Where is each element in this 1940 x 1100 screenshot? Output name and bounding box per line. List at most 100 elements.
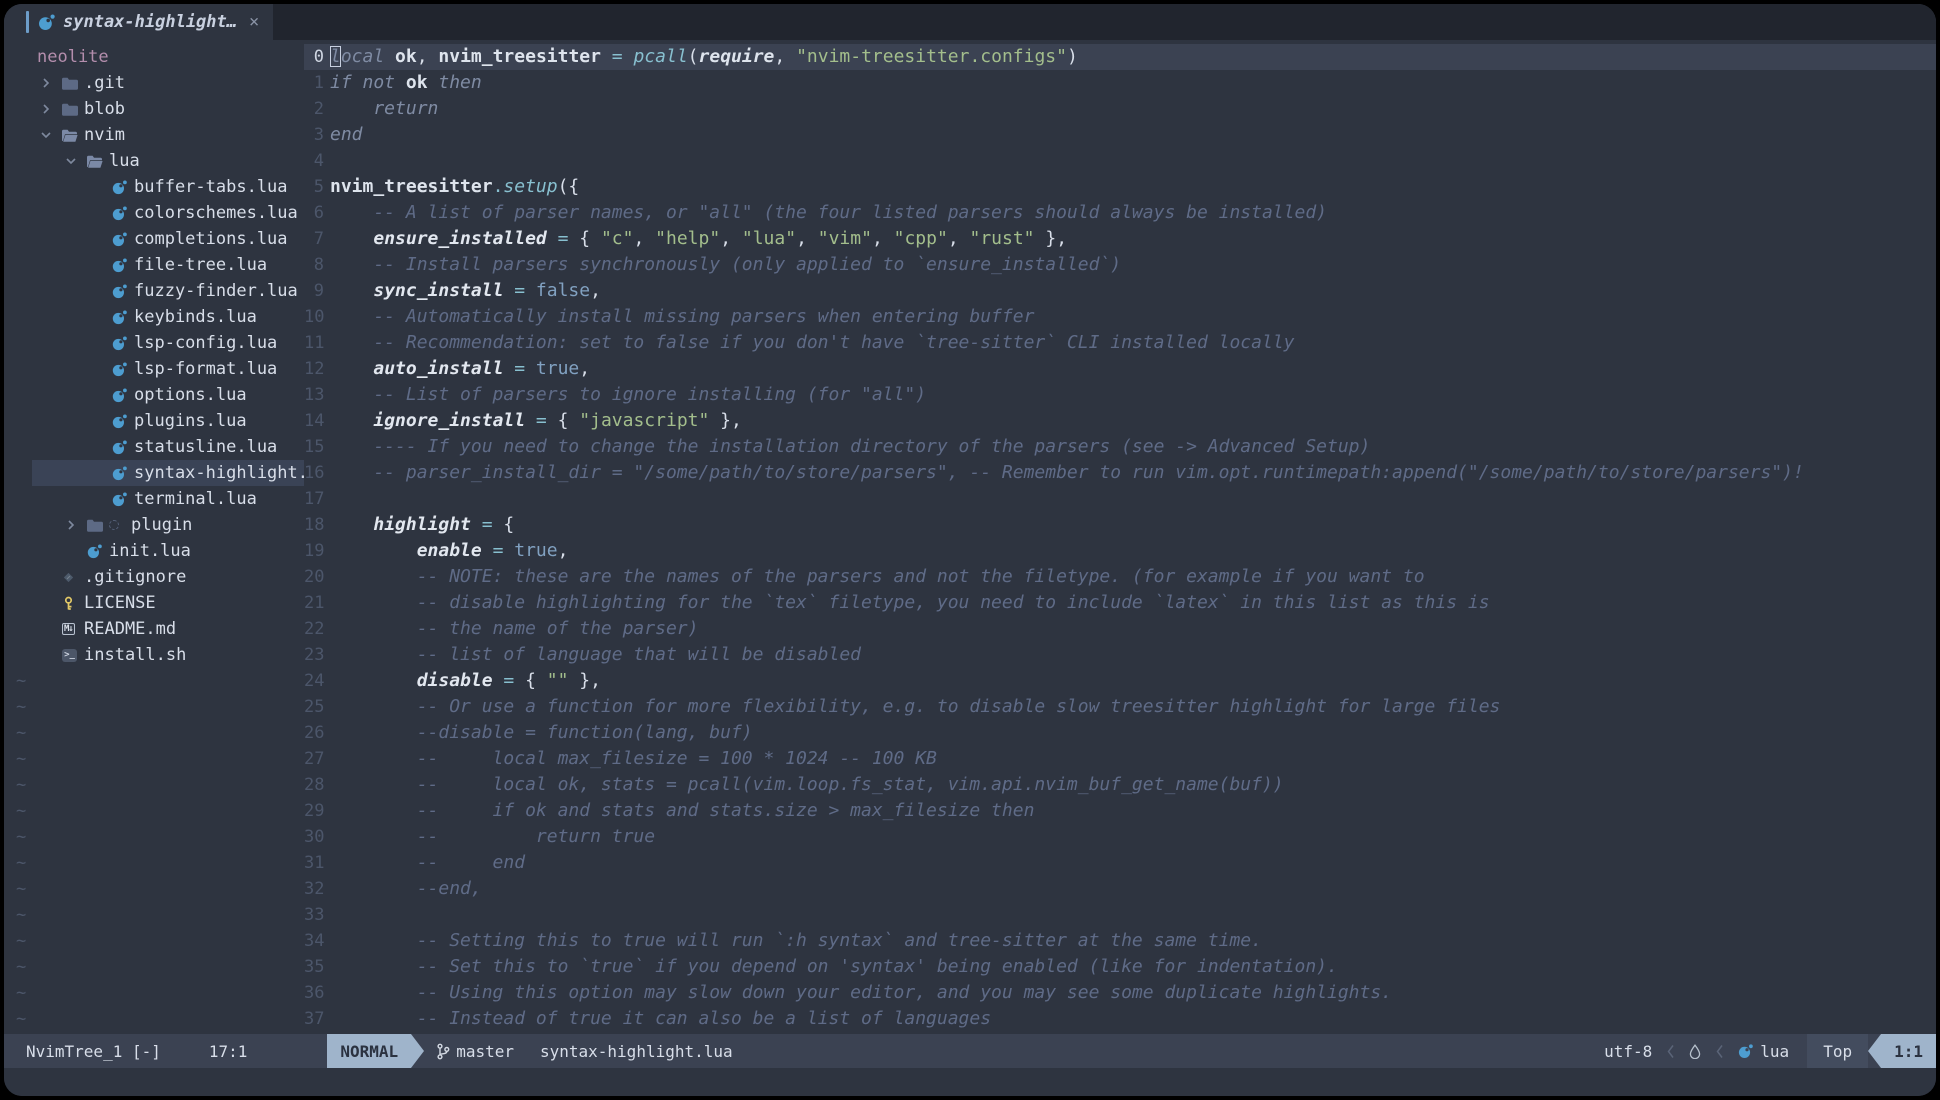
code-line[interactable]: 3end [304,122,1936,148]
code-line[interactable]: 30 -- return true [304,824,1936,850]
lua-icon [112,388,134,403]
code-line[interactable]: 18 highlight = { [304,512,1936,538]
code-line[interactable]: 34 -- Setting this to true will run `:h … [304,928,1936,954]
terminal-icon: >_ [62,649,84,662]
tree-item-plugin[interactable]: plugin [4,512,304,538]
tab-syntax-highlight[interactable]: syntax-highlight… × [4,4,273,40]
tree-item-keybinds-lua[interactable]: keybinds.lua [4,304,304,330]
command-line [4,1068,1936,1096]
code-line[interactable]: 1if not ok then [304,70,1936,96]
tree-item-colorschemes-lua[interactable]: colorschemes.lua [4,200,304,226]
tree-item--gitignore[interactable]: .gitignore [4,564,304,590]
cursor: l [330,46,341,67]
code-line[interactable]: 0local ok, nvim_treesitter = pcall(requi… [304,44,1936,70]
tree-item-init-lua[interactable]: init.lua [4,538,304,564]
close-icon[interactable]: × [249,12,259,32]
tree-item-install-sh[interactable]: >_install.sh [4,642,304,668]
neovim-window: syntax-highlight… × neolite.gitblobnviml… [4,4,1936,1096]
code-line[interactable]: 7 ensure_installed = { "c", "help", "lua… [304,226,1936,252]
code-line[interactable]: 26 --disable = function(lang, buf) [304,720,1936,746]
tree-root-label: neolite [37,47,109,67]
tree-item-file-tree-lua[interactable]: file-tree.lua [4,252,304,278]
code-line[interactable]: 24 disable = { "" }, [304,668,1936,694]
tree-item-label: lsp-format.lua [134,359,277,379]
tree-item-lsp-config-lua[interactable]: lsp-config.lua [4,330,304,356]
tree-item-fuzzy-finder-lua[interactable]: fuzzy-finder.lua [4,278,304,304]
tree-item-syntax-highlight-lua[interactable]: syntax-highlight.lua [4,460,304,486]
line-number: 32 [304,876,324,902]
code-line[interactable]: 10 -- Automatically install missing pars… [304,304,1936,330]
code-text: -- Automatically install missing parsers… [330,304,1034,330]
tree-item-buffer-tabs-lua[interactable]: buffer-tabs.lua [4,174,304,200]
code-line[interactable]: 36 -- Using this option may slow down yo… [304,980,1936,1006]
code-line[interactable]: 20 -- NOTE: these are the names of the p… [304,564,1936,590]
code-line[interactable]: 17 [304,486,1936,512]
code-line[interactable]: 11 -- Recommendation: set to false if yo… [304,330,1936,356]
branch-name: master [456,1042,514,1061]
code-line[interactable]: 4 [304,148,1936,174]
code-line[interactable]: 27 -- local max_filesize = 100 * 1024 --… [304,746,1936,772]
empty-line-marker: ~ [4,772,304,798]
code-line[interactable]: 29 -- if ok and stats and stats.size > m… [304,798,1936,824]
code-line[interactable]: 12 auto_install = true, [304,356,1936,382]
empty-line-marker: ~ [4,850,304,876]
lua-icon [38,14,55,31]
code-line[interactable]: 5nvim_treesitter.setup({ [304,174,1936,200]
tree-root-name[interactable]: neolite [4,44,304,70]
code-line[interactable]: 37 -- Instead of true it can also be a l… [304,1006,1936,1032]
line-number: 31 [304,850,324,876]
code-line[interactable]: 25 -- Or use a function for more flexibi… [304,694,1936,720]
tree-item-lsp-format-lua[interactable]: lsp-format.lua [4,356,304,382]
tree-item-lua[interactable]: lua [4,148,304,174]
editor-buffer[interactable]: 0local ok, nvim_treesitter = pcall(requi… [304,40,1936,1034]
tree-item-plugins-lua[interactable]: plugins.lua [4,408,304,434]
code-line[interactable]: 8 -- Install parsers synchronously (only… [304,252,1936,278]
lua-icon [112,362,134,377]
tree-cursor-position: 17:1 [209,1042,248,1061]
code-line[interactable]: 28 -- local ok, stats = pcall(vim.loop.f… [304,772,1936,798]
folder-open-icon [62,129,84,142]
code-line[interactable]: 19 enable = true, [304,538,1936,564]
code-line[interactable]: 35 -- Set this to `true` if you depend o… [304,954,1936,980]
code-line[interactable]: 33 [304,902,1936,928]
code-line[interactable]: 14 ignore_install = { "javascript" }, [304,408,1936,434]
code-line[interactable]: 16 -- parser_install_dir = "/some/path/t… [304,460,1936,486]
encoding-label: utf-8 [1604,1042,1652,1061]
tree-item-label: plugin [131,515,192,535]
tree-item-license[interactable]: LICENSE [4,590,304,616]
lua-icon [112,232,134,247]
code-line[interactable]: 13 -- List of parsers to ignore installi… [304,382,1936,408]
empty-line-marker: ~ [4,954,304,980]
empty-line-marker: ~ [4,928,304,954]
tree-item-label: buffer-tabs.lua [134,177,288,197]
code-line[interactable]: 2 return [304,96,1936,122]
code-line[interactable]: 9 sync_install = false, [304,278,1936,304]
code-text: end [330,122,363,148]
tree-item-statusline-lua[interactable]: statusline.lua [4,434,304,460]
code-line[interactable]: 15 ---- If you need to change the instal… [304,434,1936,460]
code-line[interactable]: 23 -- list of language that will be disa… [304,642,1936,668]
tree-item-label: options.lua [134,385,247,405]
tree-item-label: completions.lua [134,229,288,249]
tabline: syntax-highlight… × [4,4,1936,40]
tree-item-nvim[interactable]: nvim [4,122,304,148]
file-tree: neolite .gitblobnvimlua buffer-tabs.lua col… [4,40,304,1034]
lua-icon [112,258,134,273]
license-key-icon [62,596,84,611]
tree-item-readme-md[interactable]: M↓README.md [4,616,304,642]
line-number: 37 [304,1006,324,1032]
tree-item--git[interactable]: .git [4,70,304,96]
line-number: 27 [304,746,324,772]
tree-item-blob[interactable]: blob [4,96,304,122]
code-line[interactable]: 21 -- disable highlighting for the `tex`… [304,590,1936,616]
tree-item-label: syntax-highlight.lua [134,463,304,483]
code-line[interactable]: 32 --end, [304,876,1936,902]
tree-item-completions-lua[interactable]: completions.lua [4,226,304,252]
tree-item-options-lua[interactable]: options.lua [4,382,304,408]
lua-icon [87,544,109,559]
code-line[interactable]: 22 -- the name of the parser) [304,616,1936,642]
tree-item-terminal-lua[interactable]: terminal.lua [4,486,304,512]
code-line[interactable]: 6 -- A list of parser names, or "all" (t… [304,200,1936,226]
code-text: enable = true, [330,538,568,564]
code-line[interactable]: 31 -- end [304,850,1936,876]
